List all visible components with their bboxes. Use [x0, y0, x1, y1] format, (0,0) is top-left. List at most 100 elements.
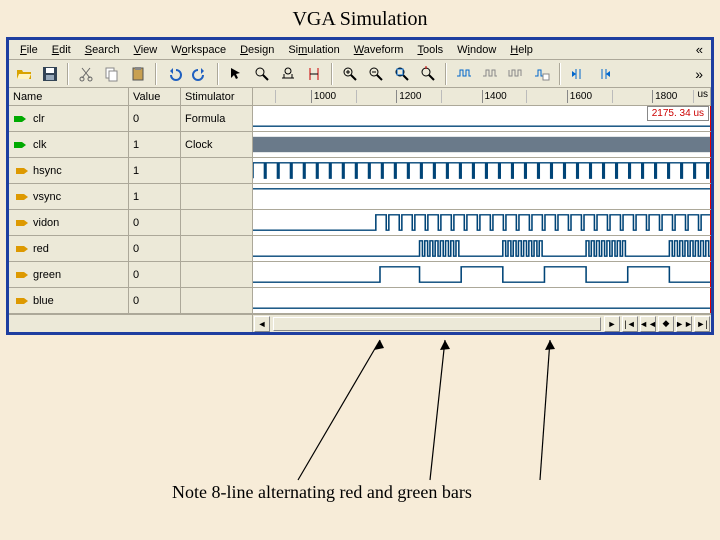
annotation-text: Note 8-line alternating red and green ba…	[172, 482, 472, 503]
waveform-blue[interactable]	[253, 288, 711, 313]
signal-stim	[181, 288, 253, 313]
header-value[interactable]: Value	[129, 88, 181, 105]
waveform-vsync[interactable]	[253, 184, 711, 209]
signal-row-clk[interactable]: clk 1 Clock	[9, 132, 711, 158]
signal-name: clk	[33, 139, 46, 151]
signal-stim[interactable]: Formula	[181, 106, 253, 131]
header-name[interactable]: Name	[9, 88, 129, 105]
input-port-icon	[13, 113, 29, 125]
goto-first-icon[interactable]: |◄	[622, 316, 638, 332]
redo-icon[interactable]	[188, 62, 212, 86]
signal-value: 1	[129, 158, 181, 183]
output-port-icon	[13, 269, 29, 281]
measure-icon[interactable]	[302, 62, 326, 86]
menu-help[interactable]: Help	[503, 42, 540, 58]
zoom-cursor-icon[interactable]	[416, 62, 440, 86]
more-icon[interactable]: »	[689, 66, 709, 82]
signal-value: 0	[129, 262, 181, 287]
copy-icon[interactable]	[100, 62, 124, 86]
cut-icon[interactable]	[74, 62, 98, 86]
goto-last-icon[interactable]: ►|	[694, 316, 710, 332]
signal-value: 0	[129, 288, 181, 313]
timeline-ruler[interactable]: 1000 1200 1400 1600 1800 us	[253, 88, 711, 105]
horizontal-scrollbar: ◄ ► |◄ ◄◄ ◆ ►► ►|	[9, 314, 711, 332]
goto-left-icon[interactable]	[566, 62, 590, 86]
signal-value: 1	[129, 132, 181, 157]
signal-name: green	[33, 269, 61, 281]
menu-design[interactable]: Design	[233, 42, 281, 58]
signal-stim[interactable]: Clock	[181, 132, 253, 157]
scroll-right-icon[interactable]: ►	[604, 316, 620, 332]
zoom-range-icon[interactable]	[276, 62, 300, 86]
undo-icon[interactable]	[162, 62, 186, 86]
signal-stim	[181, 262, 253, 287]
zoom-fit-icon[interactable]	[390, 62, 414, 86]
goto-right-icon[interactable]	[592, 62, 616, 86]
signal-stim	[181, 236, 253, 261]
waveform-window: File Edit Search View Workspace Design S…	[6, 37, 714, 335]
signal-name: red	[33, 243, 49, 255]
signal-name: clr	[33, 113, 45, 125]
zoom-icon[interactable]	[250, 62, 274, 86]
header-stim[interactable]: Stimulator	[181, 88, 253, 105]
paste-icon[interactable]	[126, 62, 150, 86]
signal-name: vidon	[33, 217, 59, 229]
scroll-thumb[interactable]	[273, 317, 601, 331]
waveform-clk[interactable]	[253, 132, 711, 157]
output-port-icon	[13, 165, 29, 177]
signal-value: 0	[129, 210, 181, 235]
signal-row-vidon[interactable]: vidon 0	[9, 210, 711, 236]
collapse-icon[interactable]: «	[692, 42, 707, 57]
signal-stim	[181, 158, 253, 183]
menu-simulation[interactable]: Simulation	[281, 42, 346, 58]
signal-stim	[181, 210, 253, 235]
zoom-in-icon[interactable]	[338, 62, 362, 86]
output-port-icon	[13, 243, 29, 255]
wave3-icon[interactable]	[504, 62, 528, 86]
menu-edit[interactable]: Edit	[45, 42, 78, 58]
input-port-icon	[13, 139, 29, 151]
menu-file[interactable]: File	[13, 42, 45, 58]
waveform-hsync[interactable]	[253, 158, 711, 183]
signal-row-vsync[interactable]: vsync 1	[9, 184, 711, 210]
waveform-clr[interactable]	[253, 106, 711, 131]
menu-search[interactable]: Search	[78, 42, 127, 58]
signal-stim	[181, 184, 253, 209]
menu-window[interactable]: Window	[450, 42, 503, 58]
signal-row-red[interactable]: red 0	[9, 236, 711, 262]
toolbar: »	[9, 60, 711, 88]
signal-row-green[interactable]: green 0	[9, 262, 711, 288]
scroll-left-icon[interactable]: ◄	[254, 316, 270, 332]
wave1-icon[interactable]	[452, 62, 476, 86]
signal-name: hsync	[33, 165, 62, 177]
menubar: File Edit Search View Workspace Design S…	[9, 40, 711, 60]
menu-waveform[interactable]: Waveform	[347, 42, 411, 58]
open-icon[interactable]	[12, 62, 36, 86]
wave2-icon[interactable]	[478, 62, 502, 86]
output-port-icon	[13, 217, 29, 229]
waveform-vidon[interactable]	[253, 210, 711, 235]
goto-marker-icon[interactable]: ◆	[658, 316, 674, 332]
signal-row-blue[interactable]: blue 0	[9, 288, 711, 314]
menu-tools[interactable]: Tools	[410, 42, 450, 58]
signal-value: 0	[129, 106, 181, 131]
goto-prev-icon[interactable]: ◄◄	[640, 316, 656, 332]
menu-view[interactable]: View	[127, 42, 165, 58]
waveform-red[interactable]	[253, 236, 711, 261]
waveform-green[interactable]	[253, 262, 711, 287]
signal-row-hsync[interactable]: hsync 1	[9, 158, 711, 184]
menu-workspace[interactable]: Workspace	[164, 42, 233, 58]
signal-name: blue	[33, 295, 54, 307]
signal-rows: clr 0 Formula clk 1 Clock hsync 1	[9, 106, 711, 314]
goto-next-icon[interactable]: ►►	[676, 316, 692, 332]
signal-value: 0	[129, 236, 181, 261]
zoom-out-icon[interactable]	[364, 62, 388, 86]
signal-value: 1	[129, 184, 181, 209]
grid-headers: Name Value Stimulator 1000 1200 1400 160…	[9, 88, 711, 106]
save-icon[interactable]	[38, 62, 62, 86]
wave-settings-icon[interactable]	[530, 62, 554, 86]
output-port-icon	[13, 295, 29, 307]
signal-row-clr[interactable]: clr 0 Formula	[9, 106, 711, 132]
signal-name: vsync	[33, 191, 61, 203]
pointer-icon[interactable]	[224, 62, 248, 86]
